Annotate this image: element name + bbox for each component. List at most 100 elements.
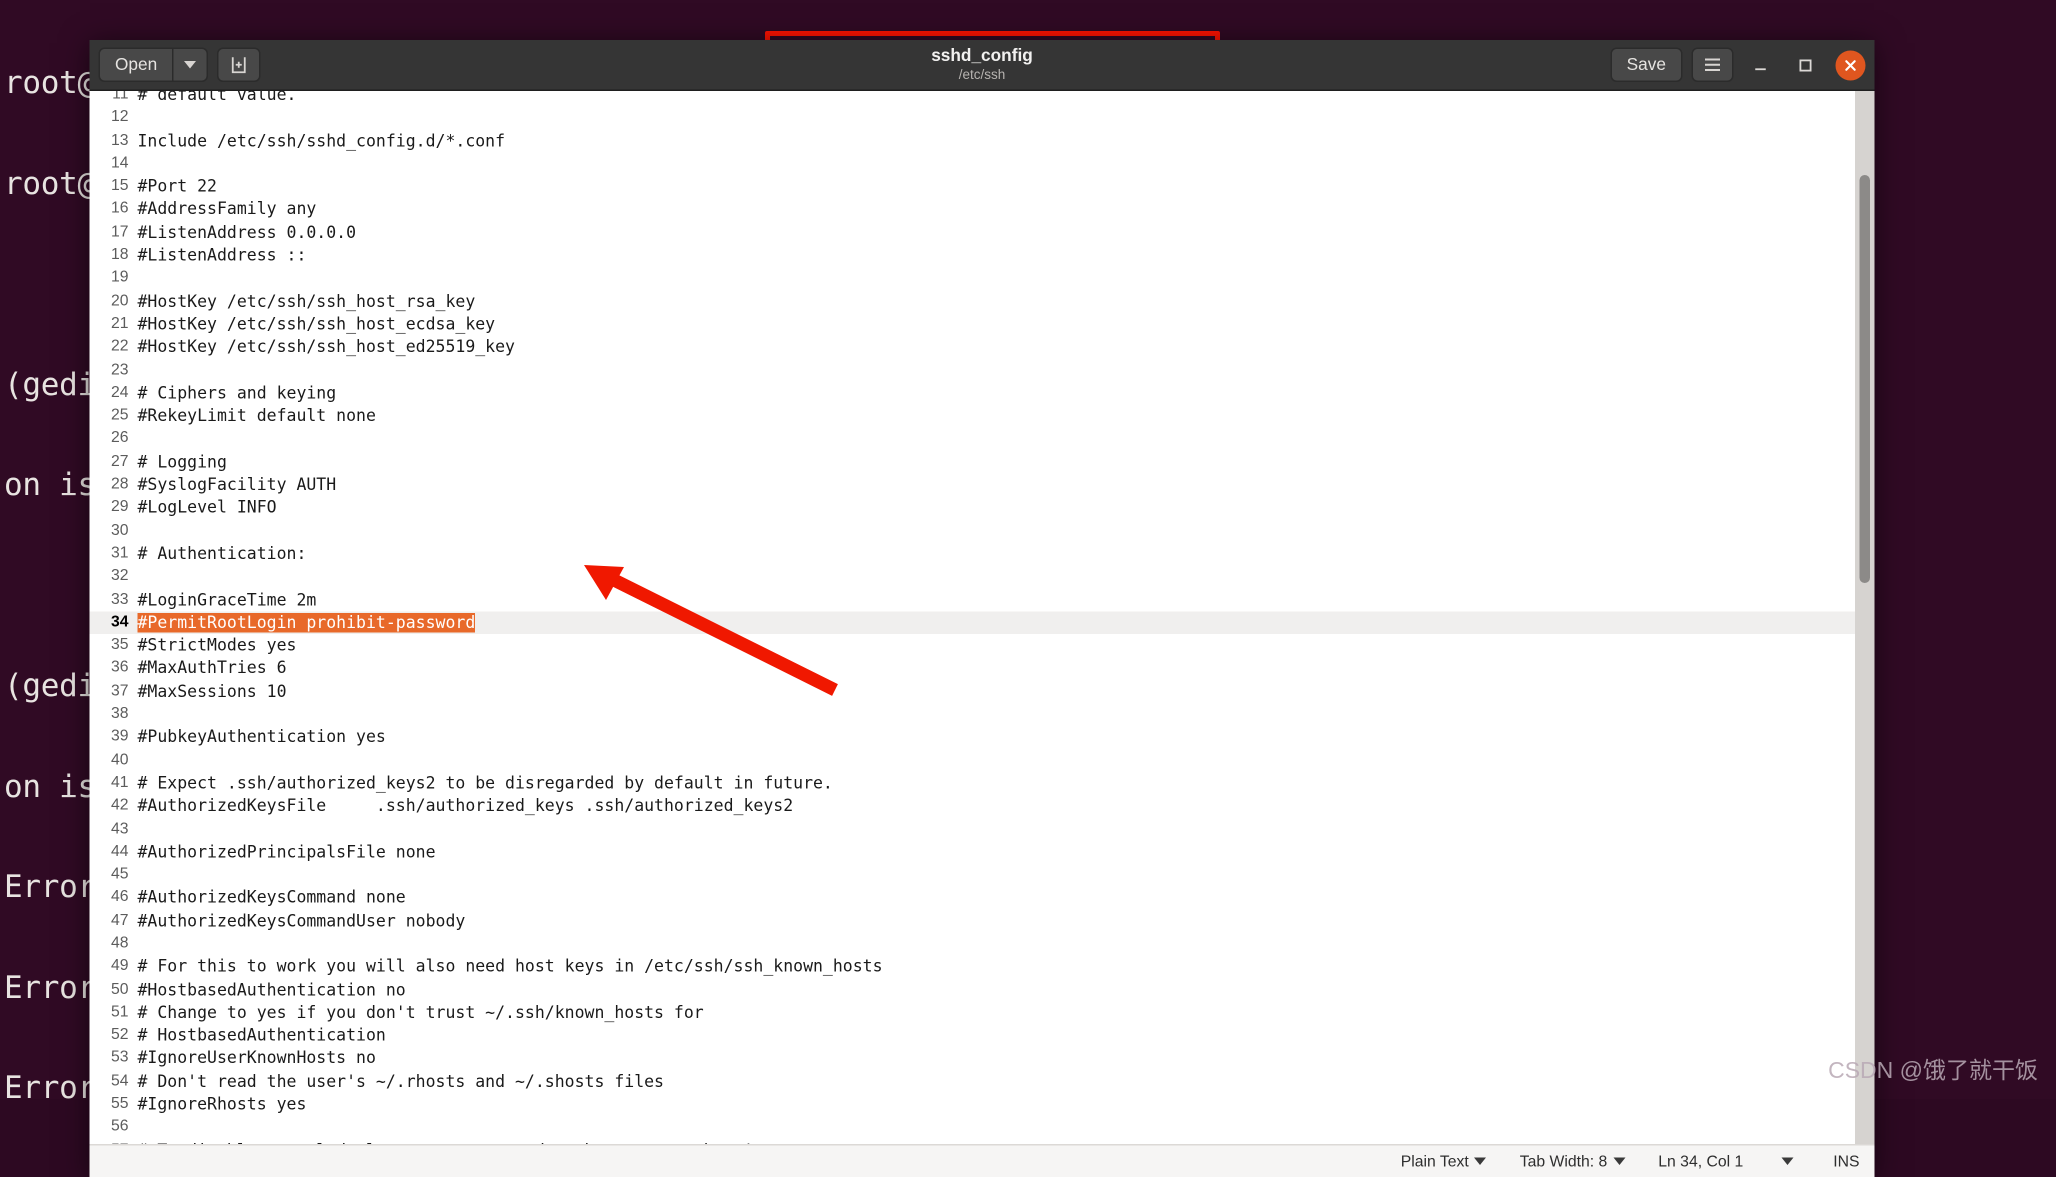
code-line[interactable]: 44 #AuthorizedPrincipalsFile none: [89, 840, 1856, 864]
code-line[interactable]: 14: [89, 152, 1856, 176]
hamburger-glyph: [1705, 58, 1720, 71]
code-line[interactable]: 16 #AddressFamily any: [89, 198, 1856, 222]
code-line-text: #LogLevel INFO: [137, 498, 277, 518]
code-line[interactable]: 17 #ListenAddress 0.0.0.0: [89, 221, 1856, 245]
code-lines-container[interactable]: 11 # default value. 12 13 Include /etc/ssh/s…: [89, 91, 1856, 1144]
line-number: 20: [89, 290, 135, 313]
code-line[interactable]: 57# To disable tunneled clear text passw…: [89, 1138, 1856, 1144]
line-number: 21: [89, 312, 135, 336]
code-line[interactable]: 39 #PubkeyAuthentication yes: [89, 725, 1856, 749]
gedit-window[interactable]: Open sshd_config /etc/ssh Save 11 # defa…: [89, 40, 1875, 1177]
code-line[interactable]: 15 #Port 22: [89, 175, 1856, 199]
line-number: 13: [89, 129, 135, 153]
code-line[interactable]: 25 #RekeyLimit default none: [89, 404, 1856, 428]
chevron-down-icon: [1782, 1157, 1795, 1165]
cursor-position-selector[interactable]: Ln 34, Col 1: [1642, 1152, 1833, 1170]
save-button[interactable]: Save: [1610, 47, 1683, 82]
line-number: 47: [89, 909, 135, 933]
code-line[interactable]: 22 #HostKey /etc/ssh/ssh_host_ed25519_key: [89, 335, 1856, 359]
code-line[interactable]: 40: [89, 748, 1856, 772]
code-line-text: #AuthorizedKeysFile .ssh/authorized_keys…: [137, 796, 794, 816]
code-line[interactable]: 37 #MaxSessions 10: [89, 680, 1856, 704]
editor-scroll-viewport[interactable]: 11 # default value. 12 13 Include /etc/ssh/s…: [89, 91, 1856, 1144]
line-number: 32: [89, 565, 135, 589]
vertical-scrollbar-thumb[interactable]: [1859, 175, 1870, 583]
code-line-current[interactable]: 34 #PermitRootLogin prohibit-password: [89, 611, 1856, 635]
code-line[interactable]: 11 # default value.: [89, 91, 1856, 107]
code-line-text: #Port 22: [137, 176, 217, 197]
line-number: 54: [89, 1070, 135, 1094]
line-number: 51: [89, 1001, 135, 1025]
code-line[interactable]: 36 #MaxAuthTries 6: [89, 657, 1856, 681]
line-number: 15: [89, 175, 135, 199]
insert-mode-indicator[interactable]: INS: [1833, 1152, 1868, 1170]
code-line[interactable]: 33 #LoginGraceTime 2m: [89, 588, 1856, 612]
code-line[interactable]: 23: [89, 358, 1856, 382]
line-number: 39: [89, 725, 135, 749]
code-line-text: Include /etc/ssh/sshd_config.d/*.conf: [137, 130, 506, 151]
code-line[interactable]: 41 # Expect .ssh/authorized_keys2 to be d…: [89, 771, 1856, 795]
code-line[interactable]: 49 # For this to work you will also need …: [89, 955, 1856, 979]
line-number: 23: [89, 358, 135, 382]
minimize-button[interactable]: [1743, 47, 1779, 83]
code-line-text: #ListenAddress ::: [137, 245, 307, 266]
window-subtitle-path: /etc/ssh: [958, 66, 1006, 82]
code-line[interactable]: 38: [89, 703, 1856, 726]
code-line[interactable]: 24 # Ciphers and keying: [89, 381, 1856, 405]
code-line[interactable]: 53 #IgnoreUserKnownHosts no: [89, 1047, 1856, 1071]
code-line[interactable]: 30: [89, 519, 1856, 543]
line-number: 16: [89, 198, 135, 222]
line-number: 11: [89, 91, 135, 107]
code-line[interactable]: 45: [89, 863, 1856, 887]
code-line[interactable]: 35 #StrictModes yes: [89, 634, 1856, 658]
minimize-icon: [1755, 67, 1766, 70]
line-number: 57: [89, 1138, 135, 1144]
code-line[interactable]: 52 # HostbasedAuthentication: [89, 1024, 1856, 1048]
chevron-down-icon[interactable]: [172, 47, 209, 82]
code-line[interactable]: 26: [89, 427, 1856, 451]
code-line[interactable]: 19: [89, 267, 1856, 291]
line-number: 38: [89, 703, 135, 726]
code-line-text: #AuthorizedKeysCommand none: [137, 888, 406, 908]
line-number: 37: [89, 680, 135, 704]
code-line[interactable]: 13 Include /etc/ssh/sshd_config.d/*.conf: [89, 129, 1856, 153]
code-line[interactable]: 21 #HostKey /etc/ssh/ssh_host_ecdsa_key: [89, 312, 1856, 336]
code-line[interactable]: 31 # Authentication:: [89, 542, 1856, 566]
code-line[interactable]: 28 #SyslogFacility AUTH: [89, 473, 1856, 497]
code-line-text: #PermitRootLogin prohibit-password: [135, 611, 1856, 634]
line-number: 35: [89, 634, 135, 658]
code-line[interactable]: 18 #ListenAddress ::: [89, 244, 1856, 268]
code-line[interactable]: 27 # Logging: [89, 450, 1856, 474]
code-line[interactable]: 54 # Don't read the user's ~/.rhosts and …: [89, 1070, 1856, 1094]
open-button-group[interactable]: Open: [98, 47, 209, 82]
code-line[interactable]: 43: [89, 817, 1856, 841]
code-line-text: #IgnoreRhosts yes: [137, 1094, 307, 1115]
code-line[interactable]: 20 #HostKey /etc/ssh/ssh_host_rsa_key: [89, 290, 1856, 313]
code-line[interactable]: 29 #LogLevel INFO: [89, 496, 1856, 520]
new-document-icon[interactable]: [217, 47, 261, 82]
close-button[interactable]: [1835, 49, 1866, 80]
code-line[interactable]: 47 #AuthorizedKeysCommandUser nobody: [89, 909, 1856, 933]
hamburger-menu-icon[interactable]: [1691, 47, 1734, 82]
language-selector[interactable]: Plain Text: [1384, 1152, 1503, 1170]
tab-width-selector[interactable]: Tab Width: 8: [1503, 1152, 1642, 1170]
editor-area[interactable]: 11 # default value. 12 13 Include /etc/ssh/s…: [89, 91, 1875, 1144]
code-line[interactable]: 46 #AuthorizedKeysCommand none: [89, 886, 1856, 910]
status-bar: Plain Text Tab Width: 8 Ln 34, Col 1 INS: [89, 1144, 1875, 1177]
code-line-text: # Authentication:: [137, 543, 307, 564]
code-line[interactable]: 48: [89, 932, 1856, 956]
line-number: 29: [89, 496, 135, 520]
line-number: 17: [89, 221, 135, 245]
code-line[interactable]: 12: [89, 106, 1856, 130]
insert-mode-label: INS: [1833, 1152, 1860, 1171]
open-button[interactable]: Open: [98, 47, 173, 82]
code-line[interactable]: 51 # Change to yes if you don't trust ~/.…: [89, 1001, 1856, 1025]
line-number: 24: [89, 381, 135, 405]
vertical-scrollbar[interactable]: [1855, 91, 1875, 1144]
code-line[interactable]: 56: [89, 1116, 1856, 1139]
code-line[interactable]: 32: [89, 565, 1856, 589]
code-line[interactable]: 42 #AuthorizedKeysFile .ssh/authorized_ke…: [89, 794, 1856, 818]
maximize-button[interactable]: [1788, 47, 1824, 83]
code-line[interactable]: 55 #IgnoreRhosts yes: [89, 1093, 1856, 1117]
code-line[interactable]: 50 #HostbasedAuthentication no: [89, 978, 1856, 1002]
